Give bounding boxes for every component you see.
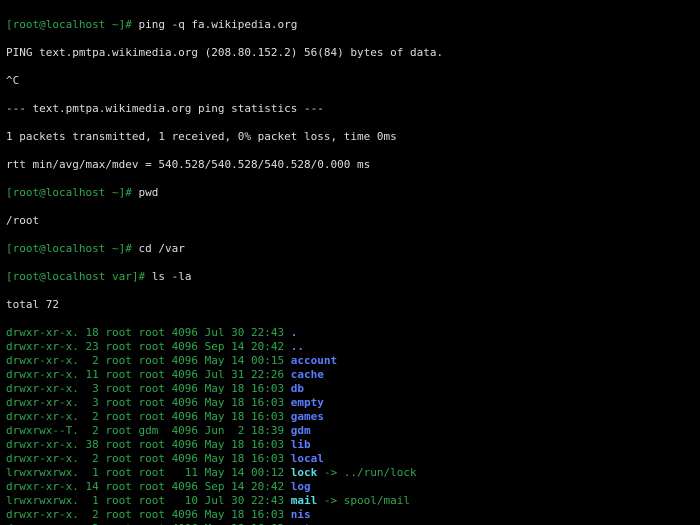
- ls-output: drwxr-xr-x. 18 root root 4096 Jul 30 22:…: [6, 326, 694, 525]
- prompt: [root@localhost ~]#: [6, 242, 138, 255]
- ls-perms: lrwxrwxrwx. 1 root root 10 Jul 30 22:43: [6, 494, 291, 507]
- ping-interrupt: ^C: [6, 74, 694, 88]
- ls-perms: drwxr-xr-x. 3 root root 4096 May 18 16:0…: [6, 396, 291, 409]
- cmd-cd: cd /var: [138, 242, 184, 255]
- prompt: [root@localhost ~]#: [6, 186, 138, 199]
- ping-output: 1 packets transmitted, 1 received, 0% pa…: [6, 130, 694, 144]
- ls-perms: drwxr-xr-x. 2 root root 4096 May 14 00:1…: [6, 354, 291, 367]
- ping-output: PING text.pmtpa.wikimedia.org (208.80.15…: [6, 46, 694, 60]
- ls-name: .: [291, 326, 298, 339]
- ping-output: rtt min/avg/max/mdev = 540.528/540.528/5…: [6, 158, 694, 172]
- ls-name: ..: [291, 340, 304, 353]
- ls-symlink-target: -> spool/mail: [317, 494, 410, 507]
- ls-name: log: [291, 480, 311, 493]
- ls-name: nis: [291, 508, 311, 521]
- prompt: [root@localhost ~]#: [6, 18, 138, 31]
- ls-name: empty: [291, 396, 324, 409]
- ls-name: local: [291, 452, 324, 465]
- ls-perms: drwxrwx--T. 2 root gdm 4096 Jun 2 18:39: [6, 424, 291, 437]
- ls-name: db: [291, 382, 304, 395]
- ls-perms: drwxr-xr-x. 2 root root 4096 May 18 16:0…: [6, 410, 291, 423]
- ls-name: lib: [291, 438, 311, 451]
- ls-perms: drwxr-xr-x. 11 root root 4096 Jul 31 22:…: [6, 368, 291, 381]
- ls-name: games: [291, 410, 324, 423]
- cmd-ls: ls -la: [152, 270, 192, 283]
- ls-total: total 72: [6, 298, 694, 312]
- ls-perms: drwxr-xr-x. 38 root root 4096 May 18 16:…: [6, 438, 291, 451]
- cmd-pwd: pwd: [138, 186, 158, 199]
- ls-perms: drwxr-xr-x. 2 root root 4096 May 18 16:0…: [6, 452, 291, 465]
- ls-perms: drwxr-xr-x. 23 root root 4096 Sep 14 20:…: [6, 340, 291, 353]
- ls-name: mail: [291, 494, 318, 507]
- ping-output: --- text.pmtpa.wikimedia.org ping statis…: [6, 102, 694, 116]
- cmd-ping: ping -q fa.wikipedia.org: [138, 18, 297, 31]
- ls-perms: drwxr-xr-x. 2 root root 4096 May 18 16:0…: [6, 508, 291, 521]
- ls-name: cache: [291, 368, 324, 381]
- ls-name: lock: [291, 466, 318, 479]
- ls-perms: lrwxrwxrwx. 1 root root 11 May 14 00:12: [6, 466, 291, 479]
- ls-name: gdm: [291, 424, 311, 437]
- prompt: [root@localhost var]#: [6, 270, 152, 283]
- ls-name: account: [291, 354, 337, 367]
- pwd-output: /root: [6, 214, 694, 228]
- ls-perms: drwxr-xr-x. 14 root root 4096 Sep 14 20:…: [6, 480, 291, 493]
- ls-perms: drwxr-xr-x. 18 root root 4096 Jul 30 22:…: [6, 326, 291, 339]
- ls-perms: drwxr-xr-x. 3 root root 4096 May 18 16:0…: [6, 382, 291, 395]
- terminal[interactable]: [root@localhost ~]# ping -q fa.wikipedia…: [0, 0, 700, 525]
- ls-symlink-target: -> ../run/lock: [317, 466, 416, 479]
